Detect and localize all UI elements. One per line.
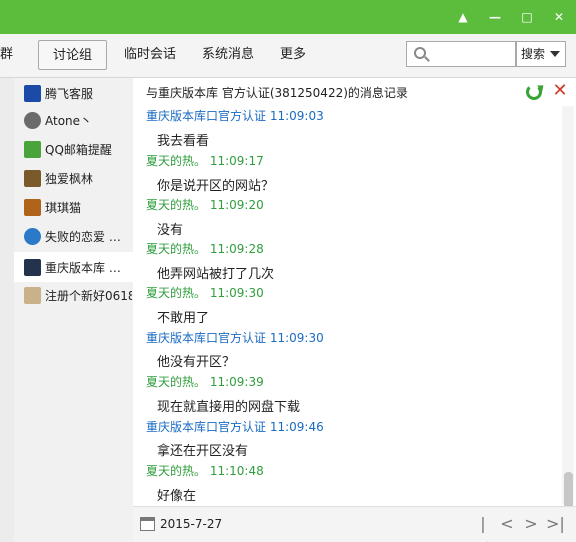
contact-item[interactable]: 独爱枫林	[24, 166, 132, 190]
search-type-label: 搜索	[521, 47, 546, 61]
avatar	[24, 140, 41, 158]
refresh-icon[interactable]	[526, 84, 542, 100]
contact-name: Atone丶	[45, 113, 93, 128]
message-text: 不敢用了	[157, 311, 210, 326]
search-input[interactable]	[433, 44, 513, 64]
contact-name: QQ邮箱提醒	[45, 142, 112, 157]
contact-item[interactable]: 腾飞客服	[24, 81, 132, 105]
avatar	[24, 258, 41, 276]
contact-name: 琪琪猫	[45, 200, 82, 215]
message-meta: 夏天的热。 11:09:20	[146, 198, 264, 212]
tab-more[interactable]: 更多	[280, 40, 306, 70]
avatar	[24, 169, 41, 187]
message-meta: 重庆版本库口官方认证 11:09:30	[146, 331, 324, 345]
window-controls: ▲ — □ ✕	[452, 8, 570, 26]
left-strip	[0, 78, 14, 542]
message-text: 他没有开区？	[157, 355, 236, 370]
message-text: 我去看看	[157, 134, 210, 149]
avatar	[24, 198, 41, 216]
delete-icon[interactable]: ✕	[551, 82, 569, 100]
tab-discussion[interactable]: 讨论组	[38, 40, 108, 70]
contact-name: 重庆版本库 …	[45, 260, 121, 275]
last-page-button[interactable]: >|	[546, 513, 565, 535]
next-page-button[interactable]: >	[522, 513, 540, 535]
tab-group[interactable]: 群	[0, 40, 13, 70]
message-text: 好像在	[157, 489, 197, 504]
contact-name: 独爱枫林	[45, 171, 94, 186]
message-meta: 重庆版本库口官方认证 11:09:46	[146, 420, 324, 434]
search-icon	[414, 47, 426, 59]
chat-header-title: 与重庆版本库 官方认证(381250422)的消息记录	[146, 86, 408, 100]
avatar	[24, 111, 41, 129]
chat-history-panel: 与重庆版本库 官方认证(381250422)的消息记录 ✕ 重庆版本库口官方认证…	[133, 78, 576, 530]
contact-item-active[interactable]: 重庆版本库 …	[14, 252, 133, 282]
message-meta: 夏天的热。 11:09:30	[146, 286, 264, 300]
prev-page-button[interactable]: <	[498, 513, 516, 535]
message-text: 现在就直接用的网盘下载	[157, 400, 301, 415]
close-window-button[interactable]: ✕	[548, 8, 570, 26]
chat-scrollbar[interactable]	[562, 106, 574, 530]
message-text: 没有	[157, 223, 184, 238]
toolbar: 群 讨论组 临时会话 系统消息 更多 搜索	[0, 34, 576, 78]
message-meta: 夏天的热。 11:10:48	[146, 464, 264, 478]
message-meta: 夏天的热。 11:09:39	[146, 375, 264, 389]
history-footer: 2015-7-27 |< < > >|	[133, 506, 576, 542]
contact-item[interactable]: 失败的恋爱 …	[24, 224, 132, 248]
contact-name: 注册个新好0618	[45, 288, 132, 303]
skin-icon[interactable]: ▲	[452, 8, 474, 26]
contact-item[interactable]: 琪琪猫	[24, 195, 132, 219]
message-meta: 夏天的热。 11:09:28	[146, 242, 264, 256]
message-meta: 夏天的热。 11:09:17	[146, 154, 264, 168]
contact-name: 腾飞客服	[45, 86, 94, 101]
message-meta: 重庆版本库口官方认证 11:09:03	[146, 109, 324, 123]
search-box	[406, 41, 516, 67]
avatar	[24, 227, 41, 245]
message-text: 他弄网站被打了几次	[157, 267, 275, 282]
contact-item[interactable]: 注册个新好0618	[24, 283, 132, 307]
title-bar: ▲ — □ ✕	[0, 0, 576, 34]
calendar-icon[interactable]	[140, 517, 155, 531]
message-text: 你是说开区的网站？	[157, 179, 275, 194]
contact-list: 腾飞客服 Atone丶 QQ邮箱提醒 独爱枫林 琪琪猫 失败的恋爱 … 重庆版本…	[14, 78, 133, 542]
chevron-down-icon	[550, 51, 560, 57]
message-text: 拿还在开区没有	[157, 444, 249, 459]
avatar	[24, 286, 41, 304]
tab-system-messages[interactable]: 系统消息	[202, 40, 254, 70]
tab-temp-chat[interactable]: 临时会话	[124, 40, 176, 70]
maximize-button[interactable]: □	[516, 8, 538, 26]
minimize-button[interactable]: —	[484, 8, 506, 26]
first-page-button[interactable]: |<	[474, 513, 492, 542]
search-type-select[interactable]: 搜索	[516, 41, 566, 67]
avatar	[24, 84, 41, 102]
history-date: 2015-7-27	[160, 517, 223, 531]
contact-item[interactable]: QQ邮箱提醒	[24, 137, 132, 161]
contact-item[interactable]: Atone丶	[24, 108, 132, 132]
contact-name: 失败的恋爱 …	[45, 229, 121, 244]
